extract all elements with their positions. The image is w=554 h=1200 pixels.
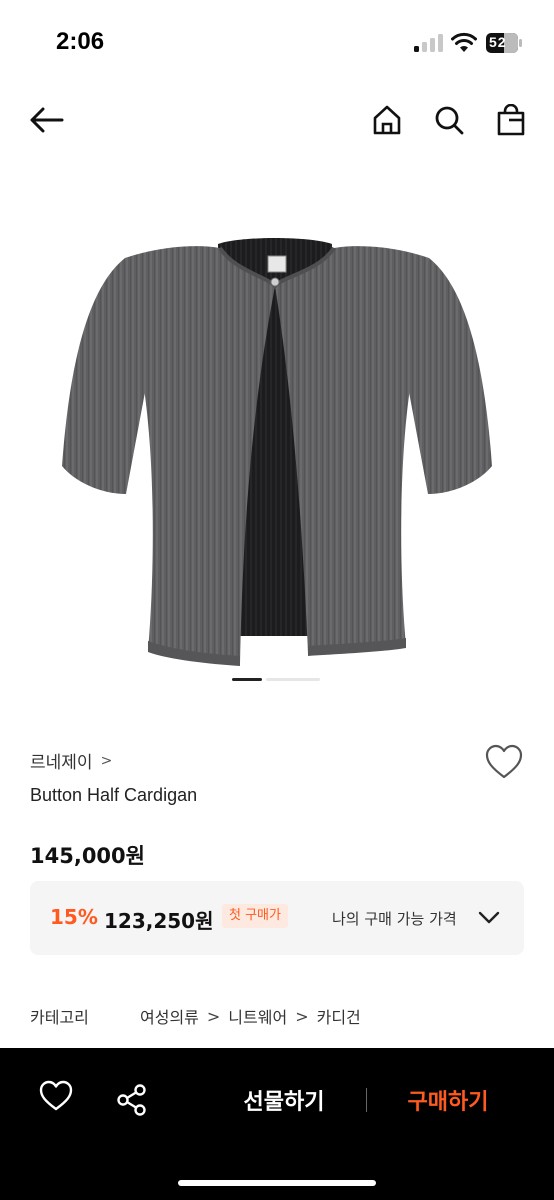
signal-strength-icon [414,34,444,52]
gift-button[interactable]: 선물하기 [220,1084,348,1116]
chevron-down-icon[interactable] [477,909,501,927]
share-button[interactable] [114,1082,150,1118]
product-image[interactable] [30,176,524,676]
chevron-right-icon: > [100,752,113,769]
shopping-bag-icon [497,104,525,136]
category-label: 카테고리 [30,1008,89,1027]
category-breadcrumb: 카테고리 여성의류 > 니트웨어 > 카디건 [30,1004,361,1028]
carousel-dot [266,678,320,681]
discount-rate: 15% [50,905,98,929]
status-time: 2:06 [56,28,105,55]
navigation-bar [0,84,554,154]
brand-link[interactable]: 르네제이 > [30,748,113,774]
image-carousel-indicator [232,678,322,682]
carousel-dot-active [232,678,262,681]
status-bar: 2:06 52 [0,0,554,84]
action-divider [366,1088,367,1112]
cardigan-illustration [62,238,492,666]
discount-price: 123,250원 [104,909,214,933]
brand-name: 르네제이 [30,753,93,773]
search-button[interactable] [430,100,468,140]
like-button[interactable] [484,744,524,782]
wifi-icon [451,32,477,52]
shopping-bag-button[interactable] [492,100,530,140]
heart-icon [39,1080,73,1111]
home-icon [373,105,401,135]
breadcrumb-separator: > [206,1006,221,1026]
battery-icon: 52 [486,33,522,53]
breadcrumb-item-cardigan[interactable]: 카디건 [317,1004,361,1028]
share-icon [117,1084,146,1116]
home-button[interactable] [368,100,406,140]
product-name: Button Half Cardigan [30,785,198,805]
bottom-action-bar: 선물하기 구매하기 [0,1048,554,1200]
back-arrow-icon [30,107,64,133]
battery-level: 52 [489,34,507,50]
my-price-panel[interactable]: 15% 123,250원 첫 구매가 나의 구매 가능 가격 [30,881,524,955]
search-icon [435,106,464,135]
breadcrumb-item-womens-clothing[interactable]: 여성의류 [140,1004,199,1028]
back-button[interactable] [26,100,66,140]
wishlist-button[interactable] [38,1080,74,1116]
home-indicator[interactable] [178,1180,376,1186]
heart-outline-icon [485,744,523,779]
product-price: 145,000원 [30,844,145,868]
my-price-label: 나의 구매 가능 가격 [332,910,457,928]
breadcrumb-item-knitwear[interactable]: 니트웨어 [228,1004,287,1028]
first-purchase-badge: 첫 구매가 [222,904,288,928]
breadcrumb-separator: > [295,1006,309,1026]
buy-button[interactable]: 구매하기 [384,1084,512,1116]
